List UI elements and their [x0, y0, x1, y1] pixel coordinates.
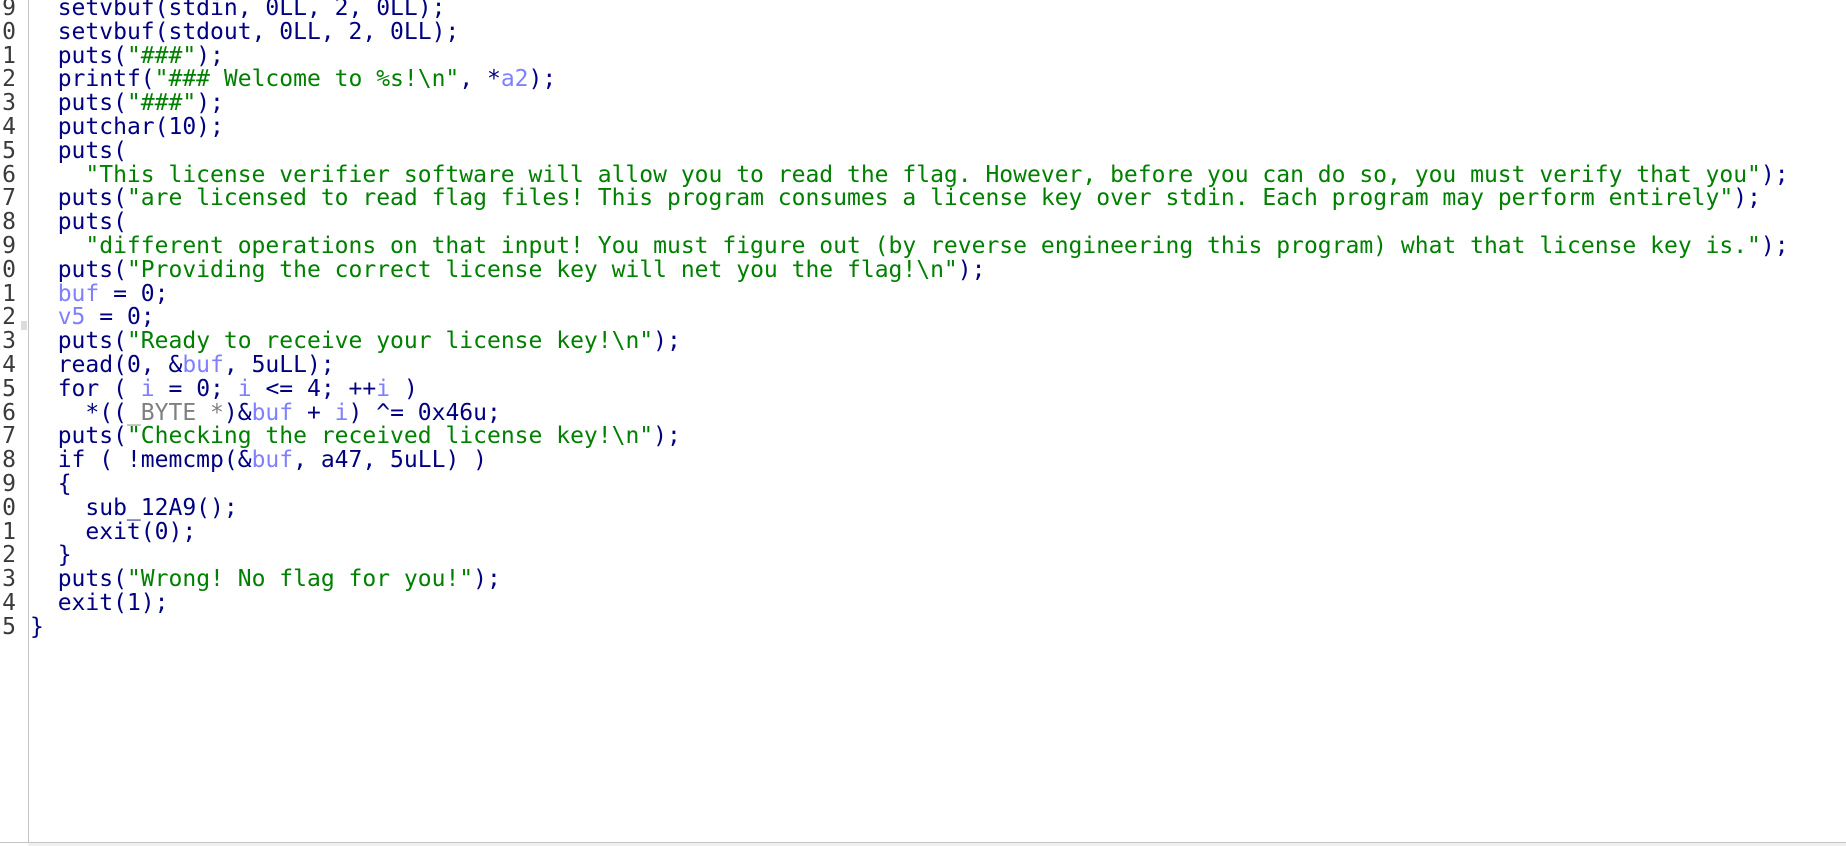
- code-token: }: [30, 613, 44, 640]
- string-literal: "are licensed to read flag files! This p…: [126, 185, 1734, 212]
- code-line[interactable]: }: [30, 613, 44, 641]
- code-token: exit(0);: [85, 518, 197, 545]
- code-line[interactable]: puts("are licensed to read flag files! T…: [30, 184, 1761, 212]
- code-token: );: [957, 256, 986, 283]
- code-token: );: [653, 423, 681, 450]
- code-area[interactable]: setvbuf(stdin, 0LL, 2, 0LL); setvbuf(std…: [30, 0, 1846, 843]
- line-number: 5: [2, 613, 16, 640]
- variable-token[interactable]: buf: [252, 447, 294, 473]
- string-literal: "Wrong! No flag for you!": [126, 566, 474, 593]
- code-token: if ( !memcmp(&: [57, 447, 252, 474]
- code-token: );: [473, 566, 501, 593]
- code-token: );: [1733, 185, 1761, 212]
- string-literal: "Providing the correct license key will …: [126, 256, 958, 283]
- code-token: );: [1760, 161, 1789, 188]
- code-token: );: [1760, 233, 1789, 259]
- gutter-marker: [21, 321, 27, 330]
- code-token: exit(1);: [57, 590, 169, 616]
- code-token: );: [653, 328, 681, 355]
- code-line[interactable]: puts("Providing the correct license key …: [30, 256, 986, 284]
- code-line[interactable]: exit(1);: [30, 589, 169, 617]
- code-line[interactable]: if ( !memcmp(&buf, a47, 5uLL) ): [30, 446, 487, 474]
- line-number-gutter: 901234567890123456789012345: [0, 0, 29, 843]
- code-token: , a47, 5uLL) ): [293, 447, 487, 474]
- code-token: );: [528, 66, 557, 93]
- pseudocode-editor[interactable]: 901234567890123456789012345 setvbuf(stdi…: [0, 0, 1846, 846]
- code-token: , *: [459, 66, 501, 93]
- variable-token[interactable]: a2: [501, 66, 529, 92]
